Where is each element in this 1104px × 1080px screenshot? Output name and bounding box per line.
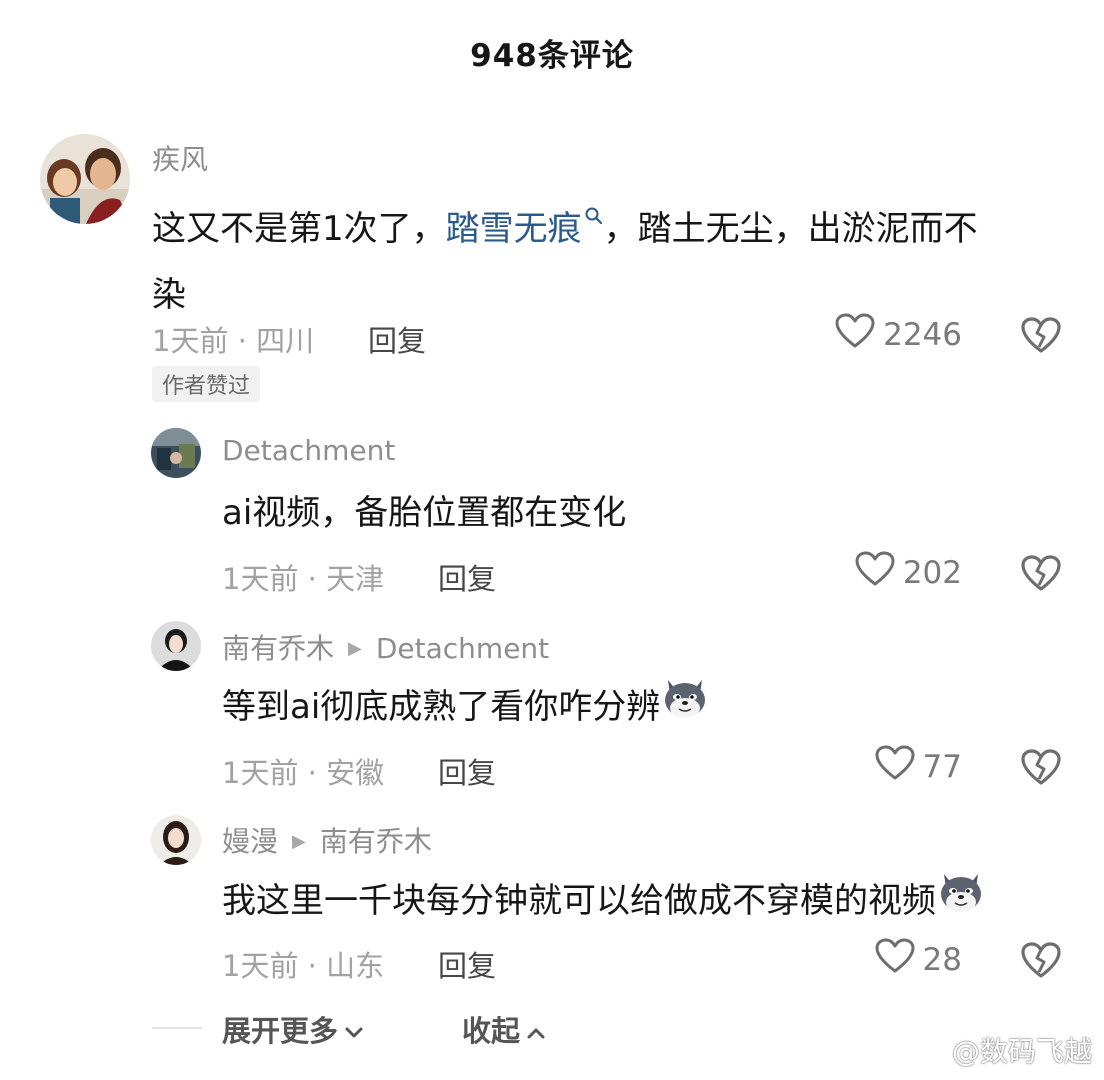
like-button[interactable]: 2246 (835, 313, 962, 357)
broken-heart-icon[interactable] (1020, 941, 1062, 983)
comment-text-part: 染 (152, 275, 186, 315)
comment-meta: 1天前 · 天津 (222, 562, 385, 596)
like-count: 2246 (883, 317, 962, 353)
author-name[interactable]: 嫚漫 (222, 825, 278, 858)
collapse-label: 收起 (462, 1014, 521, 1048)
comment-text-part: ，踏土无尘，出淤泥而不 (603, 209, 978, 249)
comment-author[interactable]: Detachment (222, 434, 395, 467)
broken-heart-icon[interactable] (1020, 554, 1062, 596)
broken-heart-icon[interactable] (1020, 748, 1062, 790)
like-button[interactable]: 28 (875, 938, 962, 982)
avatar[interactable] (40, 134, 130, 224)
heart-outline-icon (875, 938, 923, 982)
like-count: 77 (922, 749, 962, 785)
reply-button[interactable]: 回复 (438, 943, 496, 985)
heart-outline-icon (855, 551, 903, 595)
comment-text: 等到ai彻底成熟了看你咋分辨 (222, 674, 1062, 742)
comment-meta: 1天前 · 四川 (152, 324, 315, 358)
comment-text-body: 等到ai彻底成熟了看你咋分辨 (222, 687, 661, 727)
comment-meta: 1天前 · 安徽 (222, 756, 385, 790)
author-liked-badge: 作者赞过 (152, 366, 261, 402)
weibo-icon (912, 1040, 947, 1068)
comments-count-title: 948条评论 (470, 38, 634, 74)
reply-target-name[interactable]: 南有乔木 (320, 825, 432, 858)
collapse-button[interactable]: 收起 (462, 1008, 546, 1050)
search-keyword-link[interactable]: 踏雪无痕 (445, 207, 604, 249)
like-count: 28 (922, 942, 962, 978)
search-keyword-text: 踏雪无痕 (445, 209, 582, 249)
reply-button[interactable]: 回复 (438, 750, 496, 792)
expand-more-label: 展开更多 (222, 1014, 339, 1048)
like-button[interactable]: 202 (855, 551, 962, 595)
heart-outline-icon (835, 313, 883, 357)
heart-outline-icon (875, 745, 923, 789)
reply-arrow-icon: ▶ (348, 638, 362, 659)
comment-text: 我这里一千块每分钟就可以给做成不穿模的视频 (222, 868, 1092, 936)
reply-button[interactable]: 回复 (368, 318, 426, 360)
comment-text-part: 这又不是第1次了， (152, 209, 446, 249)
comment-author[interactable]: 疾风 (152, 138, 208, 178)
watermark-text: @数码飞越 (951, 1035, 1092, 1068)
comment-text: ai视频，备胎位置都在变化 (222, 493, 627, 533)
comment-text: 这又不是第1次了，踏雪无痕 ，踏土无尘，出淤泥而不 染 (152, 182, 1062, 328)
search-icon (584, 182, 604, 248)
avatar[interactable] (151, 815, 201, 865)
watermark: @数码飞越 (912, 1030, 1092, 1070)
like-count: 202 (902, 555, 962, 591)
reply-target-name[interactable]: Detachment (376, 632, 549, 665)
dog-emoji-icon (936, 870, 986, 936)
expand-more-button[interactable]: 展开更多 (222, 1008, 364, 1050)
author-name[interactable]: 南有乔木 (222, 632, 334, 665)
comment-meta: 1天前 · 山东 (222, 949, 385, 983)
avatar[interactable] (151, 428, 201, 478)
reply-button[interactable]: 回复 (438, 556, 496, 598)
chevron-up-icon (527, 1028, 545, 1039)
reply-arrow-icon: ▶ (292, 831, 306, 852)
dog-emoji-icon (660, 676, 710, 742)
broken-heart-icon[interactable] (1020, 316, 1062, 358)
comment-author: 嫚漫 ▶ 南有乔木 (222, 820, 432, 860)
like-button[interactable]: 77 (875, 745, 962, 789)
comment-text-body: 我这里一千块每分钟就可以给做成不穿模的视频 (222, 881, 936, 921)
divider (152, 1027, 202, 1029)
comment-author: 南有乔木 ▶ Detachment (222, 627, 549, 667)
avatar[interactable] (151, 621, 201, 671)
chevron-down-icon (345, 1027, 363, 1038)
